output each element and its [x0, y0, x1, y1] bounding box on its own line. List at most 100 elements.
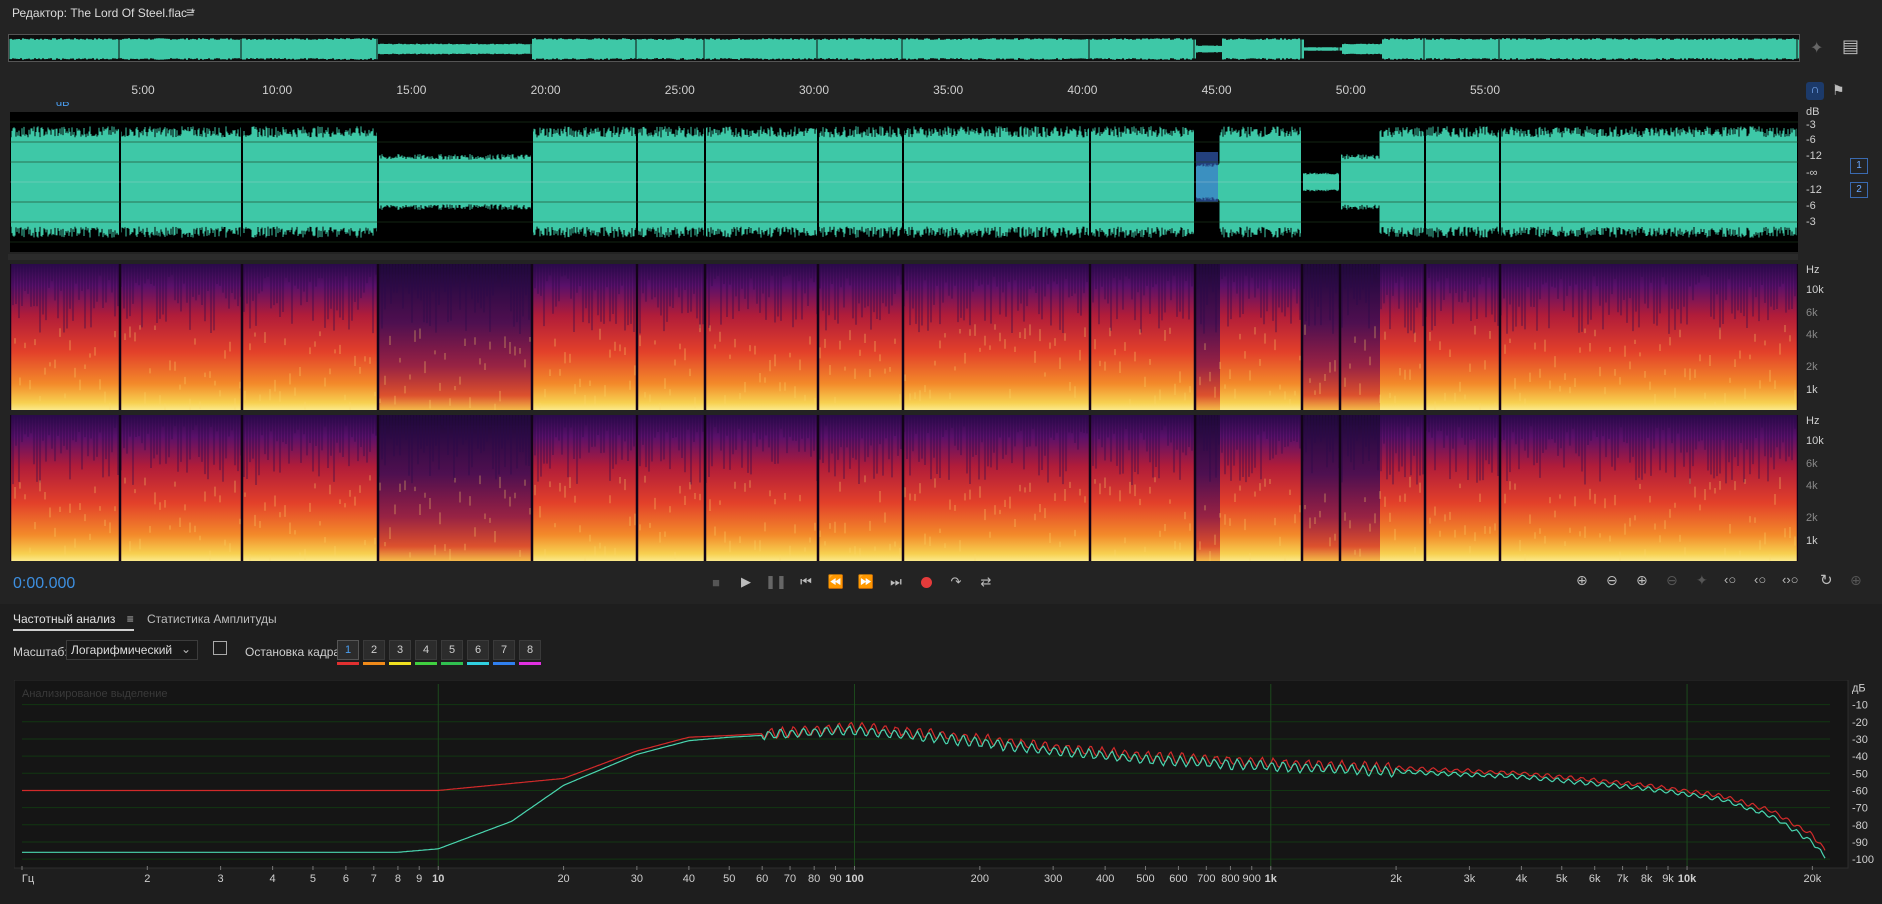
spectrogram-channel-1[interactable] — [10, 264, 1798, 410]
zoom-in-amplitude-icon[interactable]: ⊕ — [1576, 572, 1588, 589]
frame-color-swatch — [467, 662, 489, 665]
skip-selection-button[interactable]: ⇄ — [974, 571, 998, 593]
zoom-in-time-icon[interactable]: ⊕ — [1636, 572, 1648, 589]
zoom-toolbar: ⊕ ⊖ ⊕ ⊖ ✦ ‹○ ‹○ ‹›○ ↻ ⊕ — [1574, 572, 1874, 594]
magnet-icon[interactable]: ∩ — [1806, 82, 1824, 100]
marker-pin-icon[interactable]: ⚑ — [1832, 82, 1845, 99]
x-tick-label: 5 — [310, 873, 316, 885]
scale-select-value: Логарифмический — [71, 643, 173, 657]
y-tick-label: -60 — [1852, 785, 1868, 797]
hz-axis-label: 6k — [1806, 458, 1818, 470]
frequency-chart[interactable]: дБ -10 -20 -30 -40 -50 -60 -70 -80 -90 -100 Гц 2 3 4 5 6… — [14, 680, 1880, 904]
ruler-tick-label: 20:00 — [530, 83, 561, 97]
window-title: Редактор: The Lord Of Steel.flac * — [12, 6, 196, 20]
y-tick-label: -50 — [1852, 768, 1868, 780]
frame-hold-button-4[interactable]: 4 — [415, 640, 437, 660]
zoom-selection-icon[interactable]: ‹○ — [1724, 572, 1736, 587]
frame-hold-button-5[interactable]: 5 — [441, 640, 463, 660]
x-tick-label: 200 — [971, 873, 989, 885]
channel-1-toggle[interactable]: 1 — [1850, 158, 1868, 174]
channel-2-toggle[interactable]: 2 — [1850, 182, 1868, 198]
rewind-button[interactable]: ⏪ — [824, 571, 848, 593]
y-tick-label: -10 — [1852, 700, 1868, 712]
frame-hold-button-3[interactable]: 3 — [389, 640, 411, 660]
y-tick-label: -20 — [1852, 717, 1868, 729]
zoom-out-time-icon[interactable]: ⊖ — [1666, 572, 1678, 589]
frame-hold-button-7[interactable]: 7 — [493, 640, 515, 660]
record-button[interactable] — [914, 571, 938, 593]
frame-color-swatch — [363, 662, 385, 665]
zoom-lock-icon[interactable]: ✦ — [1810, 38, 1823, 58]
frame-hold-button-1[interactable]: 1 — [337, 640, 359, 660]
spectrogram-channel-2[interactable] — [10, 415, 1798, 561]
waveform-view[interactable] — [10, 112, 1798, 252]
x-tick-label: 40 — [683, 873, 695, 885]
zoom-full-icon[interactable]: ✦ — [1696, 572, 1708, 589]
x-tick-label: 50 — [723, 873, 735, 885]
hamburger-icon[interactable]: ≡ — [186, 4, 194, 20]
tab-frequency-analysis-label: Частотный анализ — [13, 612, 116, 626]
timecode-display[interactable]: 0:00.000 — [13, 575, 75, 593]
stop-button[interactable]: ■ — [704, 571, 728, 593]
hz-axis-label: 4k — [1806, 480, 1818, 492]
x-tick-label: 8k — [1641, 873, 1653, 885]
spectrogram-1-svg — [10, 264, 1798, 410]
x-tick-label: 9 — [416, 873, 422, 885]
tab-amplitude-statistics[interactable]: Статистика Амплитуды — [147, 612, 277, 626]
tab-menu-icon[interactable]: ≡ — [127, 612, 134, 626]
ruler-tick-label: 35:00 — [933, 83, 964, 97]
x-tick-label: 8 — [395, 873, 401, 885]
x-tick-label: 3k — [1464, 873, 1476, 885]
db-axis-label: -6 — [1806, 134, 1816, 146]
frame-hold-button-8[interactable]: 8 — [519, 640, 541, 660]
frame-hold-button-2[interactable]: 2 — [363, 640, 385, 660]
ruler-tick-label: 30:00 — [798, 83, 830, 97]
x-tick-label: Гц — [22, 873, 35, 885]
x-tick-label: 900 — [1243, 873, 1261, 885]
zoom-extra-icon[interactable]: ⊕ — [1850, 572, 1862, 589]
fast-forward-button[interactable]: ⏩ — [854, 571, 878, 593]
frame-color-swatch — [337, 662, 359, 665]
analyzed-selection-label: Анализированое выделение — [22, 688, 168, 700]
time-ruler[interactable]: 5:00 10:00 15:00 20:00 25:00 30:00 35:00 40:00 4… — [8, 80, 1798, 102]
scale-select[interactable]: Логарифмический ⌄ — [66, 640, 198, 660]
frame-color-swatch — [519, 662, 541, 665]
x-tick-label: 6 — [343, 873, 349, 885]
frame-hold-button-6[interactable]: 6 — [467, 640, 489, 660]
x-tick-label: 70 — [784, 873, 796, 885]
go-to-start-button[interactable]: ⏮ — [794, 571, 818, 593]
pause-button[interactable]: ❚❚ — [764, 571, 788, 593]
frame-hold-label: Остановка кадра: — [245, 645, 344, 659]
x-tick-label: 100 — [845, 873, 863, 885]
x-tick-label: 3 — [218, 873, 224, 885]
zoom-reset-icon[interactable]: ↻ — [1820, 571, 1833, 589]
frame-color-swatch — [493, 662, 515, 665]
zoom-right-icon[interactable]: ‹›○ — [1782, 572, 1799, 587]
scale-label: Масштаб: — [13, 645, 68, 659]
zoom-left-icon[interactable]: ‹○ — [1754, 572, 1766, 587]
copy-frame-icon[interactable] — [213, 641, 227, 655]
x-tick-label: 800 — [1221, 873, 1239, 885]
x-tick-label: 300 — [1044, 873, 1062, 885]
x-tick-label: 5k — [1556, 873, 1568, 885]
overview-waveform[interactable] — [8, 34, 1800, 62]
hz-axis-label: 2k — [1806, 512, 1818, 524]
list-view-icon[interactable]: ▤ — [1842, 36, 1859, 57]
waveform-splitter[interactable] — [8, 254, 1798, 260]
ruler-tick-label: 5:00 — [131, 83, 155, 97]
loop-button[interactable]: ↷ — [944, 571, 968, 593]
waveform-db-axis: dB -3 -6 -12 -∞ -12 -6 -3 1 2 — [1800, 104, 1882, 254]
frame-color-swatch — [389, 662, 411, 665]
hz-axis-label: 10k — [1806, 435, 1824, 447]
hz-axis-label: 1k — [1806, 384, 1818, 396]
x-tick-label: 2 — [144, 873, 150, 885]
zoom-out-amplitude-icon[interactable]: ⊖ — [1606, 572, 1618, 589]
play-button[interactable]: ▶ — [734, 571, 758, 593]
x-tick-label: 10k — [1678, 873, 1697, 885]
ruler-tick-label: 15:00 — [396, 83, 427, 97]
tab-frequency-analysis[interactable]: Частотный анализ ≡ — [13, 612, 134, 631]
y-tick-label: -100 — [1852, 854, 1874, 866]
ruler-tick-label: 40:00 — [1067, 83, 1098, 97]
go-to-end-button[interactable]: ⏭ — [884, 571, 908, 593]
x-tick-label: 4 — [270, 873, 276, 885]
